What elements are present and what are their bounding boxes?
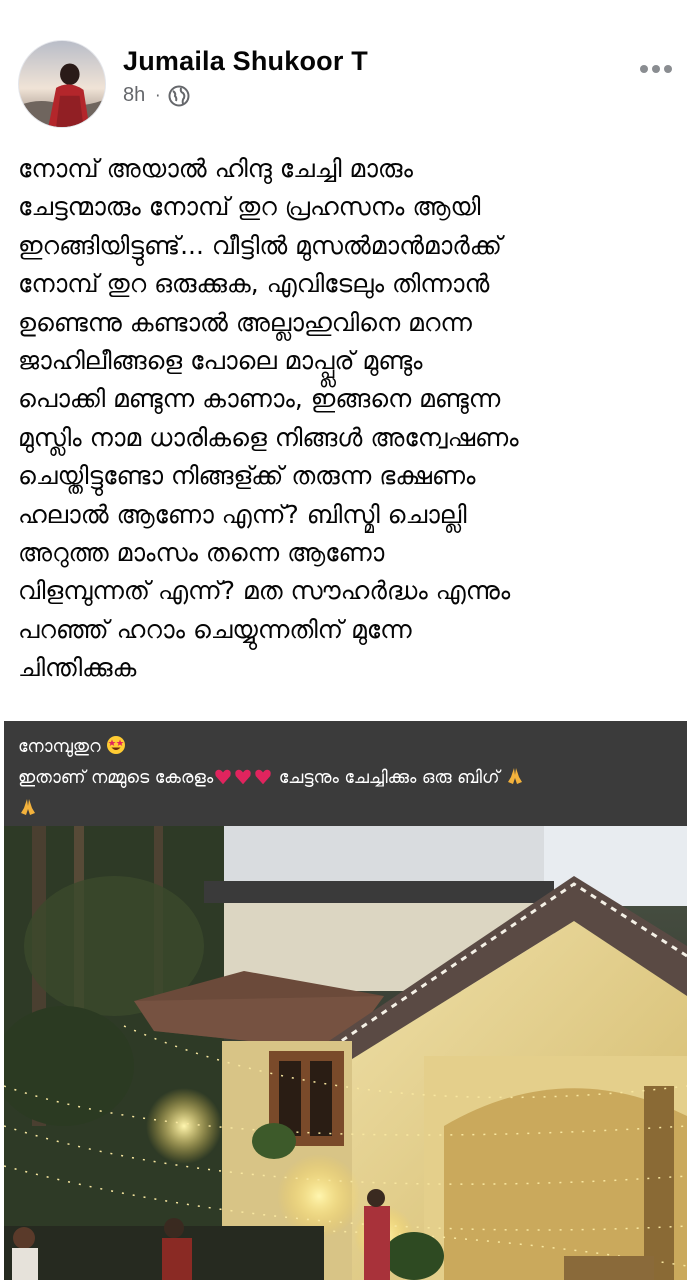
folded-hands-icon — [18, 797, 38, 826]
post-time[interactable]: 8h — [123, 84, 145, 107]
post-text-line: ചിന്തിക്കുക — [18, 653, 137, 683]
avatar-photo — [19, 41, 105, 127]
folded-hands-icon — [505, 766, 525, 795]
caption-text-2: ഇതാണ് നമ്മുടെ കേരളം — [18, 768, 214, 788]
house-with-lights-photo — [4, 826, 687, 1280]
meta-separator: · — [155, 86, 161, 105]
caption-line-3 — [18, 795, 673, 826]
post-header: Jumaila Shukoor T 8h · — [0, 0, 691, 140]
red-heart-icon — [253, 767, 273, 795]
image-caption: നോമ്പുതുറ ഇതാണ് നമ്മുടെ കേരളം ചേട്ടനും ച… — [4, 721, 687, 826]
post-text-line: പറഞ്ഞ് ഹറാം ചെയ്യുന്നതിന് മുന്നേ — [18, 614, 412, 644]
shared-image[interactable]: നോമ്പുതുറ ഇതാണ് നമ്മുടെ കേരളം ചേട്ടനും ച… — [0, 721, 691, 1280]
red-heart-icon — [233, 767, 253, 795]
post-text-line: ഇറങ്ങിയിട്ടുണ്ട്... വീട്ടിൽ മുസൽമാൻമാർക്… — [18, 230, 502, 260]
post-body-text: നോമ്പ് അയാൽ ഹിന്ദു ചേച്ചി മാരും ചേട്ടന്മാ… — [18, 150, 678, 688]
post-text-line: വിളമ്പുന്നത് എന്ന്? മത സൗഹർദ്ധം എന്നും — [18, 576, 511, 606]
post-meta: 8h · — [123, 84, 190, 107]
post-text-line: നോമ്പ് തുറ ഒരുക്കുക, എവിടേലും തിന്നാൻ — [18, 269, 490, 299]
more-options-icon[interactable] — [636, 56, 676, 82]
post-text-line: മുസ്ലിം നാമ ധാരികളെ നിങ്ങൾ അന്വേഷണം — [18, 422, 519, 452]
author-name[interactable]: Jumaila Shukoor T — [123, 46, 368, 77]
post-text-line: പൊക്കി മണ്ടുന്ന കാണാം, ഇങ്ങനെ മണ്ടുന്ന — [18, 384, 501, 414]
caption-line-1: നോമ്പുതുറ — [18, 733, 673, 764]
caption-text-3: ചേട്ടനും ചേച്ചിക്കും ഒരു ബിഗ് — [273, 768, 506, 788]
caption-text-1: നോമ്പുതുറ — [18, 737, 101, 757]
post-text-line: അറുത്ത മാംസം തന്നെ ആണോ — [18, 538, 385, 568]
globe-icon — [168, 85, 190, 107]
post-text-line: ഹലാൽ ആണോ എന്ന്? ബിസ്മി ചൊല്ലി — [18, 499, 467, 529]
caption-line-2: ഇതാണ് നമ്മുടെ കേരളം ചേട്ടനും ചേച്ചിക്കും… — [18, 764, 673, 795]
post-text-line: ചെയ്തിട്ടുണ്ടോ നിങ്ങള്ക്ക് തരുന്ന ഭക്ഷണം — [18, 461, 476, 491]
star-struck-emoji-icon — [106, 735, 126, 764]
avatar[interactable] — [18, 40, 106, 128]
post-text-line: ജാഹിലീങ്ങളെ പോലെ മാപ്പ്ലര് മുണ്ടും — [18, 346, 423, 376]
red-heart-icon — [213, 767, 233, 795]
post-text-line: ഉണ്ടെന്നു കണ്ടാൽ അല്ലാഹുവിനെ മറന്ന — [18, 307, 472, 337]
post-text-line: ചേട്ടന്മാരും നോമ്പ് തുറ പ്രഹസനം ആയി — [18, 192, 481, 222]
post-text-line: നോമ്പ് അയാൽ ഹിന്ദു ചേച്ചി മാരും — [18, 154, 413, 183]
